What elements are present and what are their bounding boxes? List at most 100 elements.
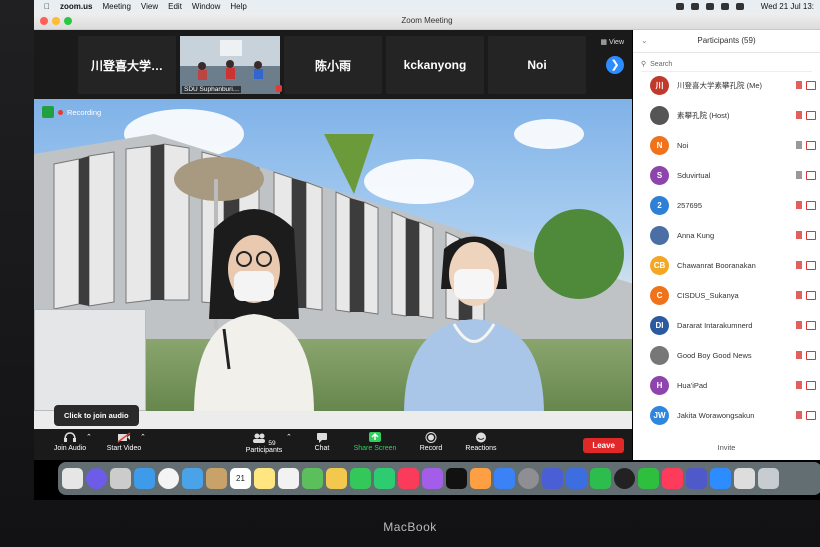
- finder-icon[interactable]: [62, 468, 83, 489]
- start-video-label: Start Video: [106, 445, 142, 452]
- participant-row[interactable]: 2 257695: [633, 190, 820, 220]
- calendar-icon[interactable]: 21: [230, 468, 251, 489]
- participants-options-chevron-icon[interactable]: ⌃: [286, 433, 292, 441]
- join-audio-tooltip[interactable]: Click to join audio: [54, 405, 139, 426]
- battery-icon[interactable]: [720, 3, 729, 10]
- launchpad-icon[interactable]: [110, 468, 131, 489]
- contacts-icon[interactable]: [206, 468, 227, 489]
- participant-avatar: 川: [650, 75, 669, 95]
- music-icon[interactable]: [398, 468, 419, 489]
- participant-row[interactable]: S Sduvirtual: [633, 160, 820, 190]
- participant-row[interactable]: 素攀孔院 (Host): [633, 100, 820, 130]
- participant-row[interactable]: C CISDUS_Sukanya: [633, 280, 820, 310]
- photos-icon[interactable]: [326, 468, 347, 489]
- tile-name: 川登喜大学…: [90, 58, 163, 73]
- invite-button[interactable]: Invite: [633, 443, 820, 452]
- qq-penguin-icon[interactable]: [614, 468, 635, 489]
- line-icon[interactable]: [638, 468, 659, 489]
- wifi-icon[interactable]: [705, 3, 714, 10]
- recording-indicator: Recording: [42, 106, 101, 118]
- tv-icon[interactable]: [446, 468, 467, 489]
- participant-row[interactable]: CB Chawanrat Booranakan: [633, 250, 820, 280]
- leave-button[interactable]: Leave: [583, 438, 624, 453]
- menu-app-name[interactable]: zoom.us: [60, 2, 92, 11]
- collapse-panel-icon[interactable]: ⌄: [641, 30, 648, 52]
- participant-mic-icon: [796, 141, 802, 149]
- participant-mic-icon: [796, 321, 802, 329]
- chat-button[interactable]: Chat: [304, 432, 340, 452]
- participant-avatar: [650, 105, 669, 125]
- view-button[interactable]: ▦ View: [600, 38, 624, 46]
- participant-row[interactable]: H Hua'iPad: [633, 370, 820, 400]
- podcasts-icon[interactable]: [422, 468, 443, 489]
- participant-mic-icon: [796, 201, 802, 209]
- main-video[interactable]: Recording Click to join audio: [34, 99, 632, 429]
- safari-icon[interactable]: [134, 468, 155, 489]
- menu-window[interactable]: Window: [192, 2, 220, 11]
- participant-video-icon: [806, 230, 816, 240]
- participant-mic-icon: [796, 381, 802, 389]
- participant-row[interactable]: Good Boy Good News: [633, 340, 820, 370]
- participant-name: CISDUS_Sukanya: [677, 290, 739, 300]
- notes-icon[interactable]: [254, 468, 275, 489]
- participant-row[interactable]: DI Dararat Intarakumnerd: [633, 310, 820, 340]
- participant-name: 257695: [677, 200, 703, 210]
- macbook-brand: MacBook: [383, 520, 437, 534]
- zoom-icon[interactable]: [710, 468, 731, 489]
- reactions-button[interactable]: Reactions: [458, 432, 504, 452]
- siri-icon[interactable]: [86, 468, 107, 489]
- video-tile[interactable]: 川登喜大学…: [78, 36, 176, 94]
- menu-view[interactable]: View: [141, 2, 158, 11]
- books-icon[interactable]: [470, 468, 491, 489]
- view-label: View: [608, 39, 624, 46]
- participant-row[interactable]: Anna Kung: [633, 220, 820, 250]
- record-button[interactable]: Record: [412, 432, 450, 452]
- dingtalk-icon[interactable]: [662, 468, 683, 489]
- chrome-icon[interactable]: [158, 468, 179, 489]
- video-tile[interactable]: 陈小雨: [276, 36, 382, 94]
- next-page-icon[interactable]: ❯: [606, 56, 624, 74]
- laptop-on-desk: [34, 309, 146, 411]
- participant-row[interactable]: JW Jakita Worawongsakun: [633, 400, 820, 430]
- participant-name: 素攀孔院 (Host): [677, 110, 730, 120]
- participant-row[interactable]: N Noi: [633, 130, 820, 160]
- keyboard-input-icon[interactable]: [690, 3, 699, 10]
- apple-icon[interactable]: : [44, 2, 50, 11]
- participants-button[interactable]: 59 Participants: [239, 432, 289, 454]
- reminders-icon[interactable]: [278, 468, 299, 489]
- teams-icon[interactable]: [686, 468, 707, 489]
- video-tile[interactable]: SDU Suphanburi…: [180, 36, 290, 94]
- menubar-clock[interactable]: Wed 21 Jul 13:: [761, 2, 814, 11]
- tile-name: Noi: [527, 58, 547, 72]
- mail-icon[interactable]: [182, 468, 203, 489]
- gallery-strip: 川登喜大学… SDU Suphanburi… 陈小雨 kckanyong Noi…: [34, 30, 632, 98]
- menu-help[interactable]: Help: [230, 2, 246, 11]
- participants-panel: ⌄ Participants (59) ⚲ Search 川川登喜大学素攀孔院 …: [633, 30, 820, 460]
- video-tile[interactable]: Noi: [488, 36, 586, 94]
- app-store-icon[interactable]: [494, 468, 515, 489]
- share-screen-button[interactable]: Share Screen: [348, 432, 402, 452]
- maps-icon[interactable]: [302, 468, 323, 489]
- participant-row[interactable]: 川川登喜大学素攀孔院 (Me): [633, 70, 820, 100]
- messages-icon[interactable]: [350, 468, 371, 489]
- participant-video-icon: [806, 170, 816, 180]
- camera-status-icon[interactable]: [675, 3, 684, 10]
- vpn-shield-icon[interactable]: [566, 468, 587, 489]
- system-preferences-icon[interactable]: [518, 468, 539, 489]
- muted-mic-icon: [276, 85, 282, 92]
- menu-meeting[interactable]: Meeting: [102, 2, 130, 11]
- wechat-icon[interactable]: [590, 468, 611, 489]
- participants-label: Participants: [245, 447, 283, 454]
- participant-video-icon: [806, 140, 816, 150]
- trash-icon[interactable]: [758, 468, 779, 489]
- document-icon[interactable]: [734, 468, 755, 489]
- video-options-chevron-icon[interactable]: ⌃: [140, 433, 146, 441]
- audio-options-chevron-icon[interactable]: ⌃: [86, 433, 92, 441]
- video-tile[interactable]: kckanyong: [386, 36, 484, 94]
- shield-icon[interactable]: [42, 106, 54, 118]
- menu-edit[interactable]: Edit: [168, 2, 182, 11]
- facetime-icon[interactable]: [374, 468, 395, 489]
- mac-menubar:  zoom.us Meeting View Edit Window Help …: [34, 0, 820, 13]
- search-spotlight-icon[interactable]: [735, 3, 744, 10]
- imovie-icon[interactable]: [542, 468, 563, 489]
